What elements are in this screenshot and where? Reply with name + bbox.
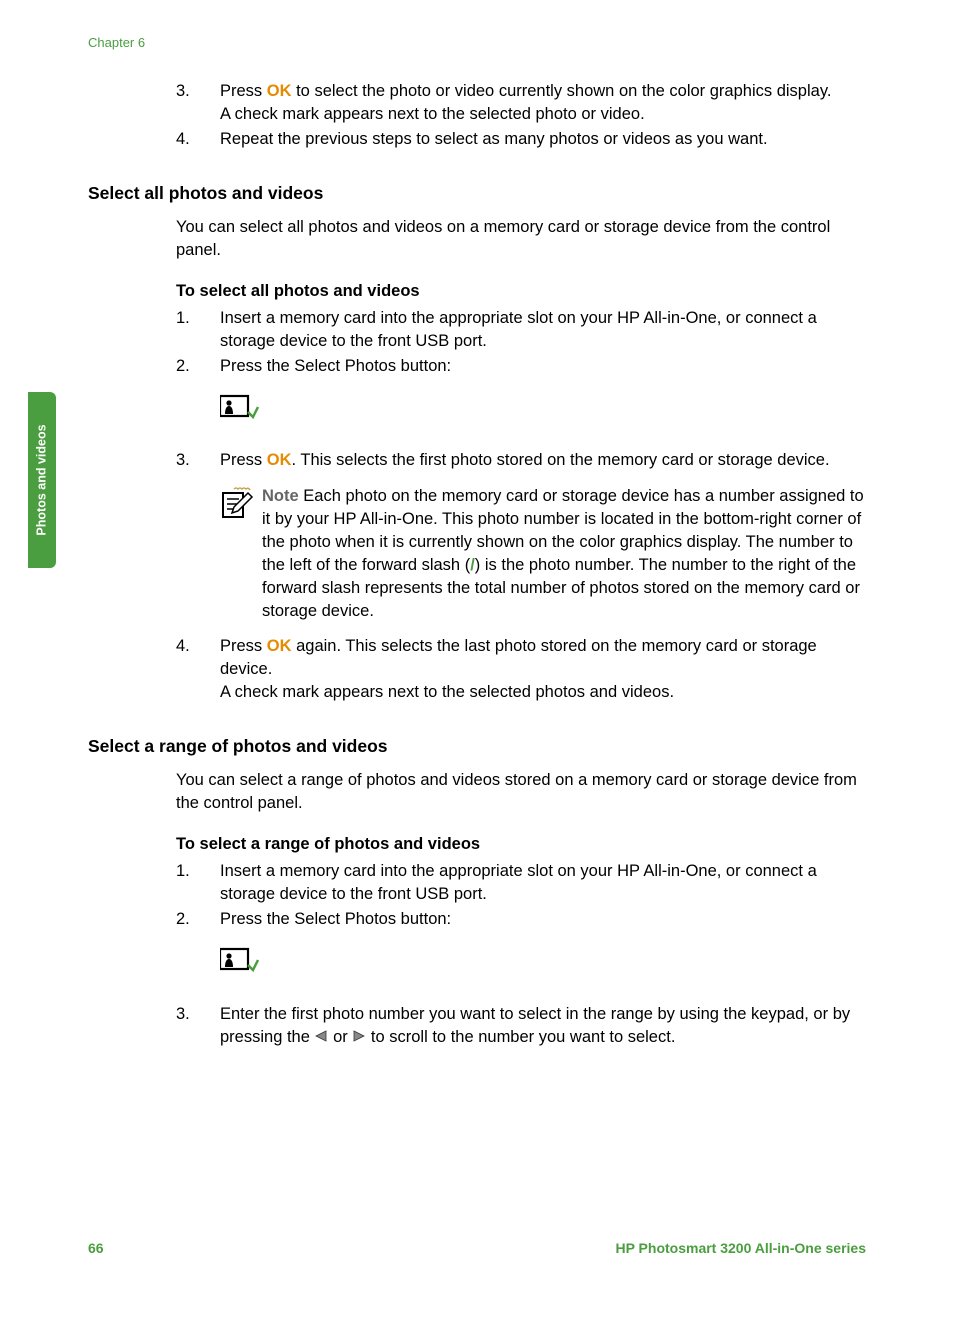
list-number: 1. — [176, 860, 220, 906]
list-item: 3. Press OK. This selects the first phot… — [176, 449, 866, 472]
list-body: Press OK again. This selects the last ph… — [220, 635, 866, 704]
list-body: Press the Select Photos button: — [220, 908, 866, 931]
side-tab: Photos and videos — [28, 392, 56, 568]
section-heading: Select all photos and videos — [88, 181, 866, 206]
text-segment: to select the photo or video currently s… — [292, 82, 832, 100]
procedure-heading: To select a range of photos and videos — [176, 833, 866, 856]
page-content: 3. Press OK to select the photo or video… — [88, 80, 866, 1051]
list-number: 4. — [176, 635, 220, 704]
list-body: Press the Select Photos button: — [220, 355, 866, 378]
text-segment: Press — [220, 637, 267, 655]
list-number: 1. — [176, 307, 220, 353]
chapter-header: Chapter 6 — [88, 34, 145, 52]
select-photos-button-icon — [220, 947, 260, 984]
note-icon — [220, 485, 262, 624]
list-item: 2. Press the Select Photos button: — [176, 355, 866, 378]
text-segment: . This selects the first photo stored on… — [292, 451, 830, 469]
list-body: Insert a memory card into the appropriat… — [220, 860, 866, 906]
text-segment: again. This selects the last photo store… — [220, 637, 817, 678]
page-number: 66 — [88, 1239, 104, 1259]
ok-keyword: OK — [267, 451, 292, 469]
text-segment: or — [328, 1028, 352, 1046]
select-photos-button-icon — [220, 394, 260, 431]
list-body: Press OK. This selects the first photo s… — [220, 449, 866, 472]
section-heading: Select a range of photos and videos — [88, 734, 866, 759]
section-intro: You can select all photos and videos on … — [176, 216, 866, 262]
text-line: A check mark appears next to the selecte… — [220, 681, 866, 704]
text-segment: Press — [220, 82, 267, 100]
note-body: Note Each photo on the memory card or st… — [262, 485, 866, 624]
text-segment: Press — [220, 451, 267, 469]
side-tab-label: Photos and videos — [33, 424, 51, 535]
list-number: 2. — [176, 908, 220, 931]
ok-keyword: OK — [267, 637, 292, 655]
right-arrow-icon — [352, 1026, 366, 1049]
list-number: 3. — [176, 449, 220, 472]
product-name: HP Photosmart 3200 All-in-One series — [615, 1239, 866, 1259]
list-number: 4. — [176, 128, 220, 151]
list-item: 4. Press OK again. This selects the last… — [176, 635, 866, 704]
list-item: 3. Press OK to select the photo or video… — [176, 80, 866, 126]
list-body: Repeat the previous steps to select as m… — [220, 128, 866, 151]
list-body: Insert a memory card into the appropriat… — [220, 307, 866, 353]
list-body: Enter the first photo number you want to… — [220, 1003, 866, 1049]
list-item: 3. Enter the first photo number you want… — [176, 1003, 866, 1049]
list-item: 2. Press the Select Photos button: — [176, 908, 866, 931]
list-number: 3. — [176, 1003, 220, 1049]
list-number: 3. — [176, 80, 220, 126]
list-item: 1. Insert a memory card into the appropr… — [176, 307, 866, 353]
text-line: A check mark appears next to the selecte… — [220, 103, 866, 126]
ok-keyword: OK — [267, 82, 292, 100]
list-number: 2. — [176, 355, 220, 378]
list-item: 1. Insert a memory card into the appropr… — [176, 860, 866, 906]
section-intro: You can select a range of photos and vid… — [176, 769, 866, 815]
left-arrow-icon — [314, 1026, 328, 1049]
note-label: Note — [262, 487, 299, 505]
note-block: Note Each photo on the memory card or st… — [220, 485, 866, 624]
text-segment: to scroll to the number you want to sele… — [366, 1028, 675, 1046]
list-body: Press OK to select the photo or video cu… — [220, 80, 866, 126]
procedure-heading: To select all photos and videos — [176, 280, 866, 303]
list-item: 4. Repeat the previous steps to select a… — [176, 128, 866, 151]
